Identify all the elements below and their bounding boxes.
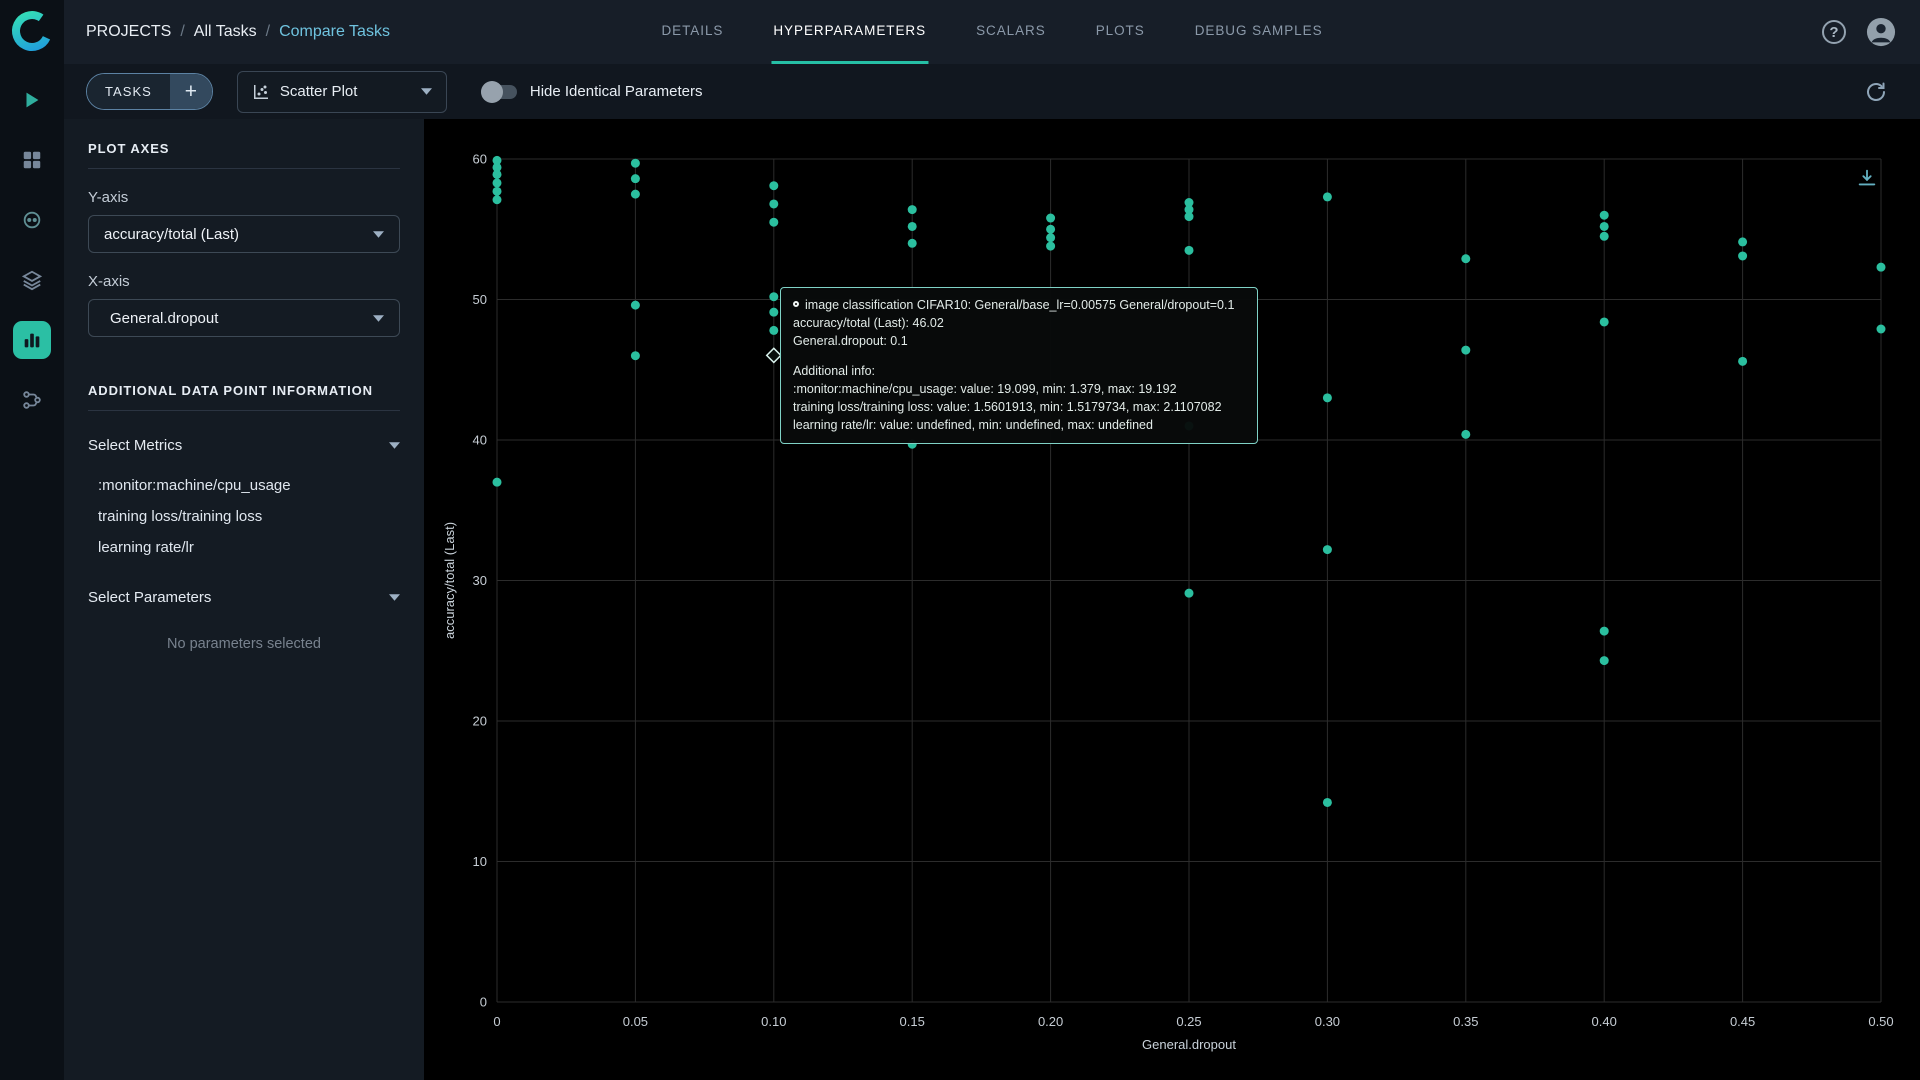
clearml-logo[interactable] bbox=[10, 9, 54, 53]
metric-item[interactable]: :monitor:machine/cpu_usage bbox=[88, 470, 400, 501]
scatter-plot-icon bbox=[252, 83, 270, 101]
tooltip-additional-line: training loss/training loss: value: 1.56… bbox=[793, 399, 1222, 414]
y-axis-value: accuracy/total (Last) bbox=[104, 225, 240, 243]
plot-settings-panel: PLOT AXES Y-axis accuracy/total (Last) X… bbox=[64, 119, 424, 1080]
svg-text:0.15: 0.15 bbox=[900, 1014, 925, 1029]
tab-hyperparameters[interactable]: HYPERPARAMETERS bbox=[771, 0, 929, 64]
svg-text:0.10: 0.10 bbox=[761, 1014, 786, 1029]
svg-text:General.dropout: General.dropout bbox=[1142, 1037, 1236, 1052]
hide-identical-toggle[interactable]: Hide Identical Parameters bbox=[480, 80, 703, 103]
projects-icon[interactable] bbox=[13, 141, 51, 179]
breadcrumb-projects[interactable]: PROJECTS bbox=[86, 23, 171, 41]
tasks-button-label: TASKS bbox=[87, 74, 170, 109]
compare-toolbar: TASKS + Scatter Plot Hide Identical Para… bbox=[64, 64, 1920, 119]
hide-identical-label: Hide Identical Parameters bbox=[529, 83, 703, 100]
chevron-down-icon bbox=[389, 442, 400, 449]
svg-text:0.25: 0.25 bbox=[1176, 1014, 1201, 1029]
download-plot-icon[interactable] bbox=[1856, 167, 1878, 189]
breadcrumb-all-tasks[interactable]: All Tasks bbox=[194, 23, 257, 41]
svg-text:60: 60 bbox=[473, 152, 487, 167]
svg-text:0.50: 0.50 bbox=[1868, 1014, 1893, 1029]
no-parameters-text: No parameters selected bbox=[167, 636, 321, 652]
scatter-plot-area[interactable]: 0 0.05 0.10 0.15 0.20 0.25 0.30 0.35 0.40 0.45 0.5… bbox=[424, 119, 1920, 1080]
chevron-down-icon bbox=[420, 88, 432, 95]
x-axis-label: X-axis bbox=[88, 273, 130, 290]
tab-debug-samples[interactable]: DEBUG SAMPLES bbox=[1193, 0, 1325, 64]
selected-metrics-list: :monitor:machine/cpu_usage training loss… bbox=[88, 470, 400, 563]
svg-text:30: 30 bbox=[473, 573, 487, 588]
svg-text:0.40: 0.40 bbox=[1592, 1014, 1617, 1029]
svg-text:0.30: 0.30 bbox=[1315, 1014, 1340, 1029]
svg-text:0.45: 0.45 bbox=[1730, 1014, 1755, 1029]
y-axis-select[interactable]: accuracy/total (Last) bbox=[88, 215, 400, 253]
plot-type-value: Scatter Plot bbox=[279, 83, 358, 100]
plot-axes-title: PLOT AXES bbox=[88, 141, 170, 156]
metric-item[interactable]: learning rate/lr bbox=[88, 532, 400, 563]
metric-item[interactable]: training loss/training loss bbox=[88, 501, 400, 532]
svg-text:0: 0 bbox=[480, 995, 487, 1010]
tooltip-additional-line: :monitor:machine/cpu_usage: value: 19.09… bbox=[793, 382, 1177, 396]
svg-text:50: 50 bbox=[473, 292, 487, 307]
svg-text:10: 10 bbox=[473, 854, 487, 869]
nav-rail bbox=[0, 0, 64, 1080]
chevron-down-icon bbox=[373, 314, 384, 322]
svg-text:20: 20 bbox=[473, 714, 487, 729]
toggle-knob[interactable] bbox=[480, 80, 503, 103]
tooltip-title: image classification CIFAR10: General/ba… bbox=[805, 298, 1235, 312]
tooltip-marker-icon bbox=[793, 301, 799, 307]
top-header: PROJECTS / All Tasks / Compare Tasks DET… bbox=[64, 0, 1920, 64]
getting-started-icon[interactable] bbox=[13, 81, 51, 119]
svg-text:accuracy/total (Last): accuracy/total (Last) bbox=[442, 522, 457, 639]
header-tabs: DETAILS HYPERPARAMETERS SCALARS PLOTS DE… bbox=[659, 0, 1324, 64]
pipelines-icon[interactable] bbox=[13, 381, 51, 419]
svg-text:0.20: 0.20 bbox=[1038, 1014, 1063, 1029]
tab-scalars[interactable]: SCALARS bbox=[974, 0, 1048, 64]
svg-text:40: 40 bbox=[473, 433, 487, 448]
tooltip-additional-title: Additional info: bbox=[793, 364, 876, 379]
tab-plots[interactable]: PLOTS bbox=[1094, 0, 1147, 64]
tooltip-param-line: General.dropout: 0.1 bbox=[793, 333, 908, 348]
workers-icon[interactable] bbox=[13, 201, 51, 239]
select-metrics-label: Select Metrics bbox=[88, 437, 183, 454]
x-axis-value: General.dropout bbox=[110, 309, 219, 327]
breadcrumb-separator: / bbox=[265, 23, 271, 40]
x-axis-select[interactable]: General.dropout bbox=[88, 299, 400, 337]
additional-info-title: ADDITIONAL DATA POINT INFORMATION bbox=[88, 383, 373, 398]
user-avatar[interactable] bbox=[1866, 17, 1896, 47]
plot-type-select[interactable]: Scatter Plot bbox=[236, 70, 447, 113]
help-icon[interactable]: ? bbox=[1822, 20, 1846, 44]
chevron-down-icon bbox=[389, 594, 400, 601]
select-parameters-label: Select Parameters bbox=[88, 589, 212, 606]
svg-text:0.05: 0.05 bbox=[623, 1014, 648, 1029]
refresh-icon[interactable] bbox=[1864, 80, 1888, 104]
breadcrumb-compare-tasks[interactable]: Compare Tasks bbox=[279, 23, 390, 41]
chevron-down-icon bbox=[373, 230, 384, 238]
divider bbox=[88, 410, 400, 411]
breadcrumb: PROJECTS / All Tasks / Compare Tasks bbox=[86, 23, 390, 41]
svg-text:0.35: 0.35 bbox=[1453, 1014, 1478, 1029]
tooltip-additional-line: learning rate/lr: value: undefined, min:… bbox=[793, 417, 1153, 432]
select-parameters-dropdown[interactable]: Select Parameters bbox=[88, 589, 400, 606]
divider bbox=[88, 168, 400, 169]
add-task-button[interactable]: + bbox=[169, 74, 212, 109]
scatter-plot-svg[interactable]: 0 0.05 0.10 0.15 0.20 0.25 0.30 0.35 0.40 0.45 0.5… bbox=[424, 119, 1920, 1080]
svg-text:0: 0 bbox=[493, 1014, 500, 1029]
tooltip-metric-line: accuracy/total (Last): 46.02 bbox=[793, 315, 944, 330]
toggle-track[interactable] bbox=[480, 80, 517, 103]
breadcrumb-separator: / bbox=[180, 23, 185, 40]
datasets-icon[interactable] bbox=[13, 261, 51, 299]
datapoint-tooltip: image classification CIFAR10: General/ba… bbox=[780, 287, 1258, 445]
tasks-button[interactable]: TASKS + bbox=[86, 73, 213, 110]
experiments-icon[interactable] bbox=[13, 321, 51, 359]
select-metrics-dropdown[interactable]: Select Metrics bbox=[88, 437, 400, 454]
y-axis-label: Y-axis bbox=[88, 189, 129, 206]
tab-details[interactable]: DETAILS bbox=[659, 0, 725, 64]
